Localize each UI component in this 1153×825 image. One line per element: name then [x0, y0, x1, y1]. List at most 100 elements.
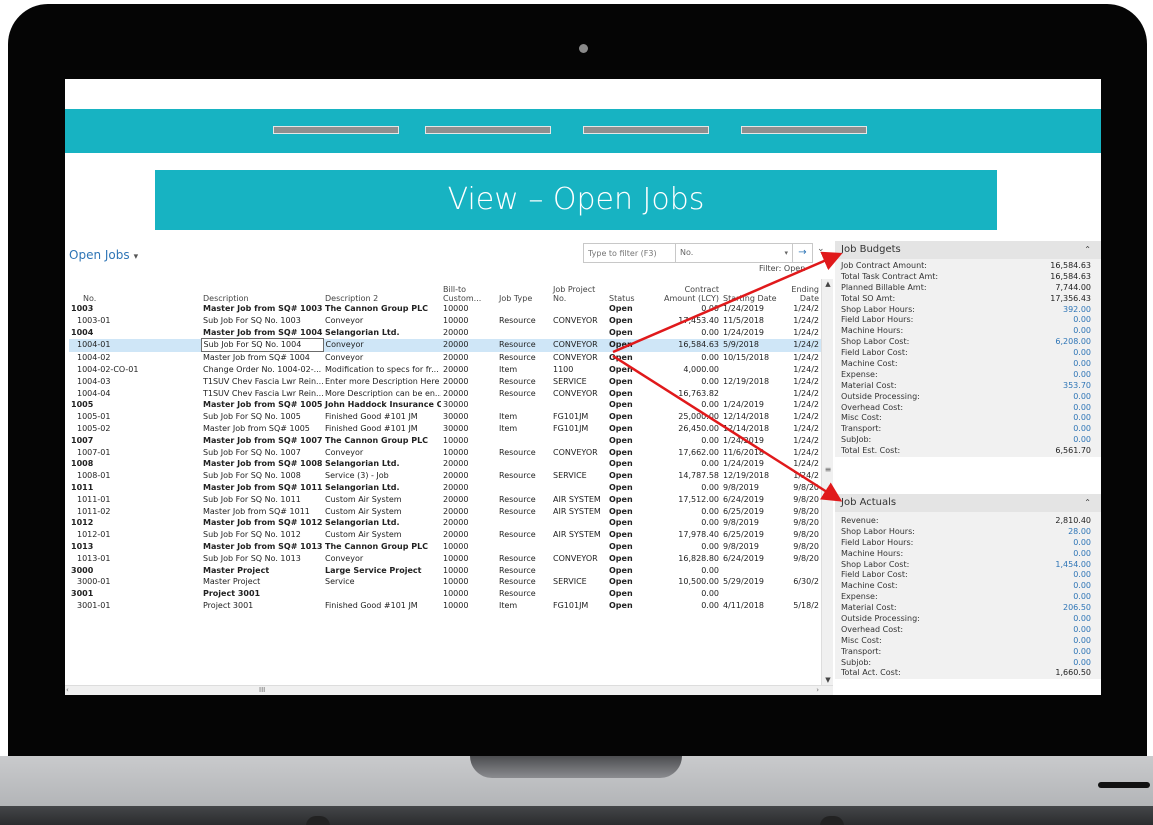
cell-starting-date[interactable]: 12/14/2018	[721, 411, 781, 423]
factbox-value[interactable]: 206.50	[1063, 603, 1091, 614]
job-budgets-header[interactable]: Job Budgets ⌃	[835, 241, 1101, 259]
cell-job-project-no[interactable]: CONVEYOR	[551, 338, 607, 352]
cell-job-type[interactable]: Item	[497, 423, 551, 435]
scroll-up-icon[interactable]: ▲	[822, 279, 834, 289]
cell-description[interactable]: T1SUV Chev Fascia Lwr Rein...	[201, 376, 323, 388]
cell-description-2[interactable]: Selangorian Ltd.	[323, 517, 441, 529]
cell-no[interactable]: 1007-01	[69, 447, 201, 459]
cell-status[interactable]: Open	[607, 553, 655, 565]
cell-starting-date[interactable]	[721, 388, 781, 400]
cell-status[interactable]: Open	[607, 588, 655, 600]
cell-job-type[interactable]: Resource	[497, 338, 551, 352]
cell-starting-date[interactable]: 5/29/2019	[721, 576, 781, 588]
cell-contract-amount[interactable]: 0.00	[655, 541, 721, 553]
table-row[interactable]: 1013 Master Job from SQ# 1013 The Cannon G…	[69, 541, 821, 553]
nav-placeholder-3[interactable]	[583, 126, 709, 134]
cell-bill-to[interactable]: 10000	[441, 541, 497, 553]
cell-bill-to[interactable]: 10000	[441, 435, 497, 447]
cell-description-2[interactable]: John Haddock Insurance Co.	[323, 399, 441, 411]
cell-job-project-no[interactable]: AIR SYSTEM	[551, 494, 607, 506]
col-header-no[interactable]: No.	[69, 279, 201, 303]
cell-job-project-no[interactable]	[551, 435, 607, 447]
cell-job-project-no[interactable]: CONVEYOR	[551, 388, 607, 400]
vertical-scrollbar[interactable]: ▲ ≡ ▼	[821, 279, 833, 685]
collapse-icon[interactable]: ⌃	[1084, 494, 1091, 512]
cell-job-project-no[interactable]: SERVICE	[551, 576, 607, 588]
cell-description[interactable]: Sub Job For SQ No. 1007	[201, 447, 323, 459]
cell-no[interactable]: 3000	[69, 565, 201, 577]
cell-bill-to[interactable]: 10000	[441, 315, 497, 327]
cell-status[interactable]: Open	[607, 541, 655, 553]
cell-no[interactable]: 1007	[69, 435, 201, 447]
cell-contract-amount[interactable]: 0.00	[655, 435, 721, 447]
table-row[interactable]: 1011-01 Sub Job For SQ No. 1011 Custom Air…	[69, 494, 821, 506]
factbox-value[interactable]: 0.00	[1073, 348, 1091, 359]
cell-description-2[interactable]: Finished Good #101 JM	[323, 423, 441, 435]
cell-description[interactable]: Change Order No. 1004-02-...	[201, 364, 323, 376]
cell-status[interactable]: Open	[607, 411, 655, 423]
cell-description[interactable]: T1SUV Chev Fascia Lwr Rein...	[201, 388, 323, 400]
cell-status[interactable]: Open	[607, 565, 655, 577]
cell-ending-date[interactable]: 1/24/2	[781, 303, 821, 315]
cell-starting-date[interactable]: 11/6/2018	[721, 447, 781, 459]
cell-no[interactable]: 1004-04	[69, 388, 201, 400]
cell-ending-date[interactable]: 1/24/2	[781, 338, 821, 352]
cell-contract-amount[interactable]: 17,512.00	[655, 494, 721, 506]
cell-contract-amount[interactable]: 4,000.00	[655, 364, 721, 376]
cell-description[interactable]: Master Job from SQ# 1005	[201, 399, 323, 411]
cell-no[interactable]: 1005-02	[69, 423, 201, 435]
cell-description-2[interactable]: Conveyor	[323, 553, 441, 565]
cell-bill-to[interactable]: 20000	[441, 494, 497, 506]
factbox-value[interactable]: 0.00	[1073, 326, 1091, 337]
cell-status[interactable]: Open	[607, 482, 655, 494]
cell-job-project-no[interactable]	[551, 458, 607, 470]
col-header-contract-amount[interactable]: Contract Amount (LCY)	[655, 279, 721, 303]
table-row[interactable]: 1004-02 Master Job from SQ# 1004 Conveyor 2…	[69, 352, 821, 364]
cell-ending-date[interactable]: 9/8/20	[781, 529, 821, 541]
cell-contract-amount[interactable]: 16,584.63	[655, 338, 721, 352]
cell-starting-date[interactable]: 12/14/2018	[721, 423, 781, 435]
cell-description-2[interactable]: The Cannon Group PLC	[323, 303, 441, 315]
cell-bill-to[interactable]: 10000	[441, 303, 497, 315]
cell-bill-to[interactable]: 20000	[441, 517, 497, 529]
cell-no[interactable]: 3000-01	[69, 576, 201, 588]
cell-description[interactable]: Master Job from SQ# 1011	[201, 482, 323, 494]
cell-job-project-no[interactable]: CONVEYOR	[551, 447, 607, 459]
cell-job-project-no[interactable]: SERVICE	[551, 470, 607, 482]
collapse-icon[interactable]: ⌃	[1084, 241, 1091, 259]
scroll-h-thumb-icon[interactable]: III	[259, 686, 265, 694]
factbox-value[interactable]: 0.00	[1073, 625, 1091, 636]
cell-contract-amount[interactable]: 0.00	[655, 303, 721, 315]
cell-status[interactable]: Open	[607, 529, 655, 541]
cell-starting-date[interactable]: 1/24/2019	[721, 303, 781, 315]
cell-contract-amount[interactable]: 0.00	[655, 399, 721, 411]
cell-bill-to[interactable]: 30000	[441, 423, 497, 435]
filter-input[interactable]	[584, 244, 676, 262]
table-row[interactable]: 1008 Master Job from SQ# 1008 Selangorian …	[69, 458, 821, 470]
cell-status[interactable]: Open	[607, 376, 655, 388]
cell-status[interactable]: Open	[607, 470, 655, 482]
filter-field-select[interactable]: No. ▾	[676, 244, 792, 262]
cell-no[interactable]: 1003-01	[69, 315, 201, 327]
cell-bill-to[interactable]: 20000	[441, 506, 497, 518]
cell-bill-to[interactable]: 20000	[441, 352, 497, 364]
cell-bill-to[interactable]: 10000	[441, 576, 497, 588]
cell-description[interactable]: Sub Job For SQ No. 1005	[201, 411, 323, 423]
cell-job-project-no[interactable]: CONVEYOR	[551, 352, 607, 364]
cell-bill-to[interactable]: 20000	[441, 470, 497, 482]
cell-starting-date[interactable]: 9/8/2019	[721, 517, 781, 529]
table-row[interactable]: 1013-01 Sub Job For SQ No. 1013 Conveyor 10…	[69, 553, 821, 565]
factbox-value[interactable]: 0.00	[1073, 403, 1091, 414]
cell-contract-amount[interactable]: 17,978.40	[655, 529, 721, 541]
cell-description-2[interactable]: Service	[323, 576, 441, 588]
cell-job-project-no[interactable]: SERVICE	[551, 376, 607, 388]
cell-ending-date[interactable]: 1/24/2	[781, 352, 821, 364]
cell-description[interactable]: Sub Job For SQ No. 1011	[201, 494, 323, 506]
cell-description[interactable]: Project 3001	[201, 588, 323, 600]
cell-contract-amount[interactable]: 0.00	[655, 352, 721, 364]
factbox-value[interactable]: 0.00	[1073, 614, 1091, 625]
table-row[interactable]: 3001-01 Project 3001 Finished Good #101 JM…	[69, 600, 821, 612]
cell-bill-to[interactable]: 10000	[441, 565, 497, 577]
cell-status[interactable]: Open	[607, 576, 655, 588]
factbox-value[interactable]: 0.00	[1073, 359, 1091, 370]
